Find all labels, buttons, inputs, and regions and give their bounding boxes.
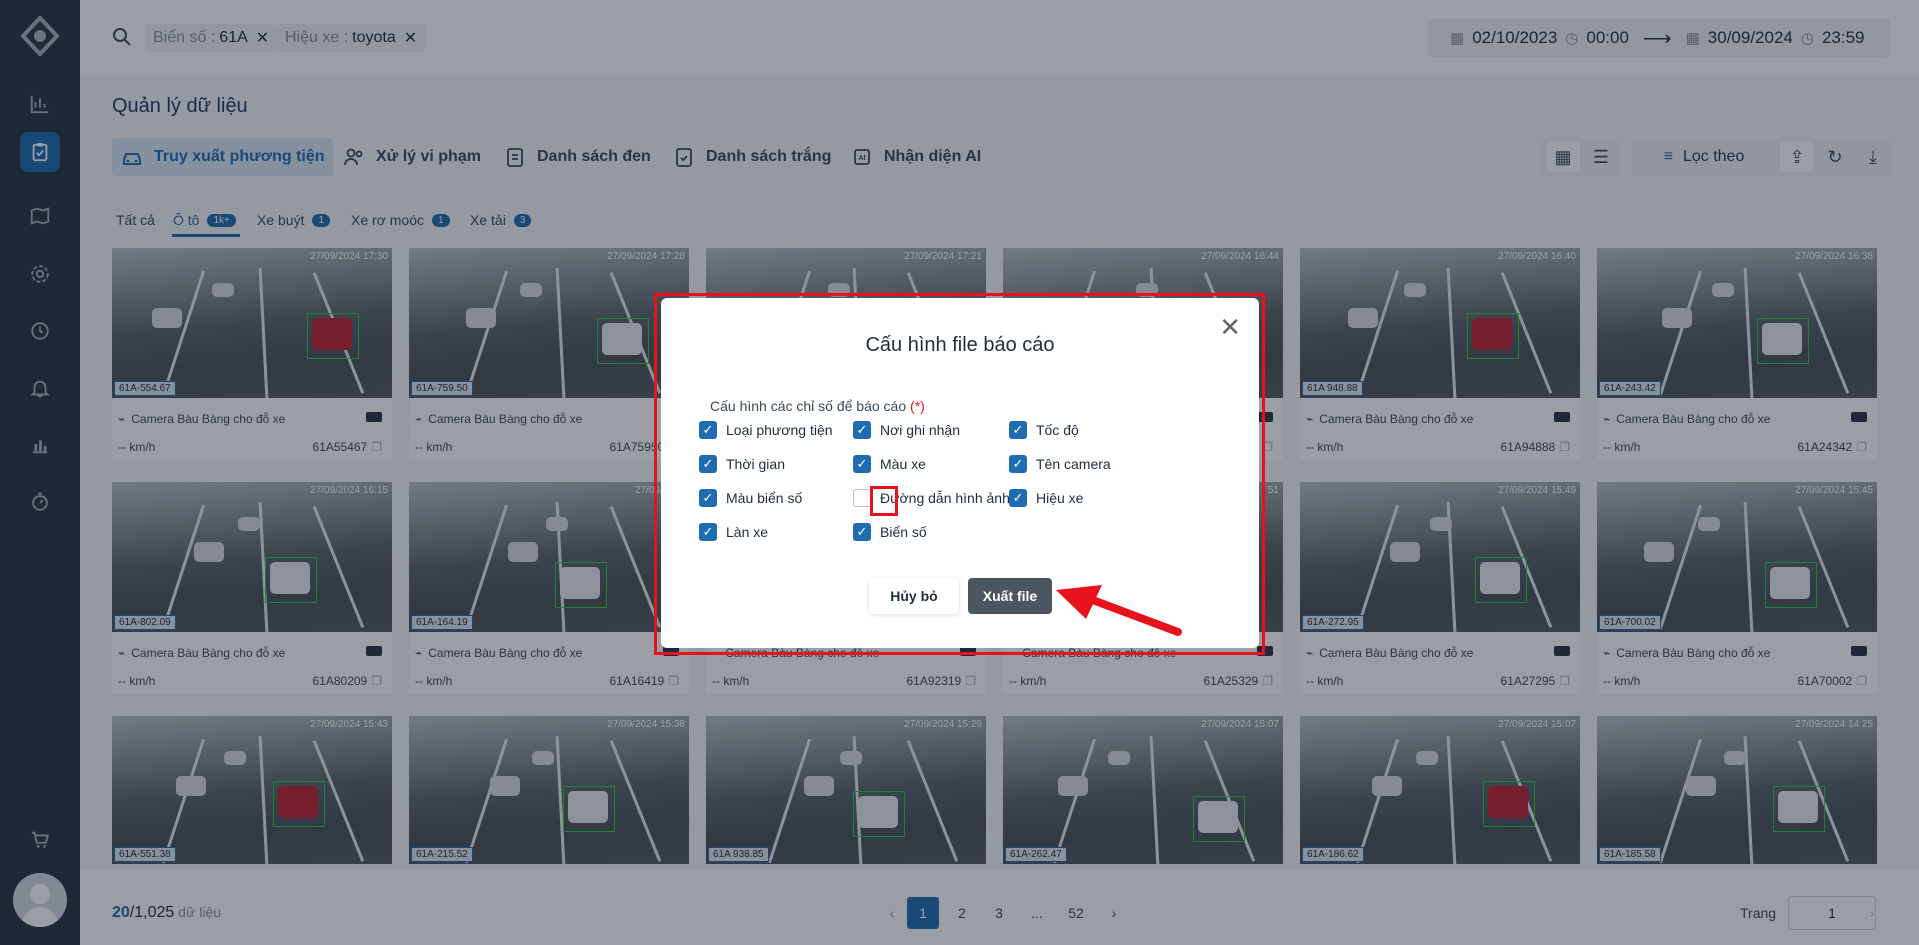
option-label: Nơi ghi nhận [880,422,961,438]
option-label: Làn xe [726,524,769,540]
report-option[interactable]: ✓ Tên camera [1009,455,1111,473]
checkbox-checked-icon[interactable]: ✓ [853,421,871,439]
required-mark: (*) [910,398,925,414]
cancel-button[interactable]: Hủy bỏ [869,578,959,614]
checkbox-checked-icon[interactable]: ✓ [699,489,717,507]
checkbox-checked-icon[interactable]: ✓ [699,421,717,439]
option-label: Màu xe [880,456,926,472]
report-option[interactable]: ✓ Tốc độ [1009,421,1079,439]
pointer-arrow-icon [1056,585,1182,636]
option-label: Màu biển số [726,490,803,506]
report-option[interactable]: ✓ Màu xe [853,455,926,473]
option-label: Tốc độ [1036,422,1079,438]
checkbox-checked-icon[interactable]: ✓ [1009,455,1027,473]
report-option[interactable]: ✓ Màu biển số [699,489,802,507]
option-label: Loại phương tiện [726,422,833,438]
checkbox-checked-icon[interactable]: ✓ [699,455,717,473]
report-option[interactable]: ✓ Làn xe [699,523,768,541]
checkbox-checked-icon[interactable]: ✓ [1009,489,1027,507]
option-label: Thời gian [726,456,785,472]
export-file-button[interactable]: Xuất file [968,578,1052,614]
config-label-text: Cấu hình các chỉ số để báo cáo [710,398,907,414]
config-label: Cấu hình các chỉ số để báo cáo (*) [710,398,925,414]
option-label: Đường dẫn hình ảnh [880,490,1010,506]
close-icon[interactable]: ✕ [1219,314,1241,340]
report-option[interactable]: ✓ Nơi ghi nhận [853,421,960,439]
checkbox-unchecked-icon[interactable] [853,489,871,507]
report-option[interactable]: ✓ Hiệu xe [1009,489,1083,507]
option-label: Biển số [880,524,927,540]
modal-title: Cấu hình file báo cáo [865,334,1055,356]
checkbox-checked-icon[interactable]: ✓ [853,523,871,541]
report-option[interactable]: ✓ Loại phương tiện [699,421,833,439]
checkbox-checked-icon[interactable]: ✓ [1009,421,1027,439]
option-label: Hiệu xe [1036,490,1084,506]
checkbox-highlight-frame [870,486,898,516]
report-option[interactable]: ✓ Thời gian [699,455,785,473]
checkbox-checked-icon[interactable]: ✓ [853,455,871,473]
report-option[interactable]: ✓ Biển số [853,523,927,541]
option-label: Tên camera [1036,456,1111,472]
checkbox-checked-icon[interactable]: ✓ [699,523,717,541]
